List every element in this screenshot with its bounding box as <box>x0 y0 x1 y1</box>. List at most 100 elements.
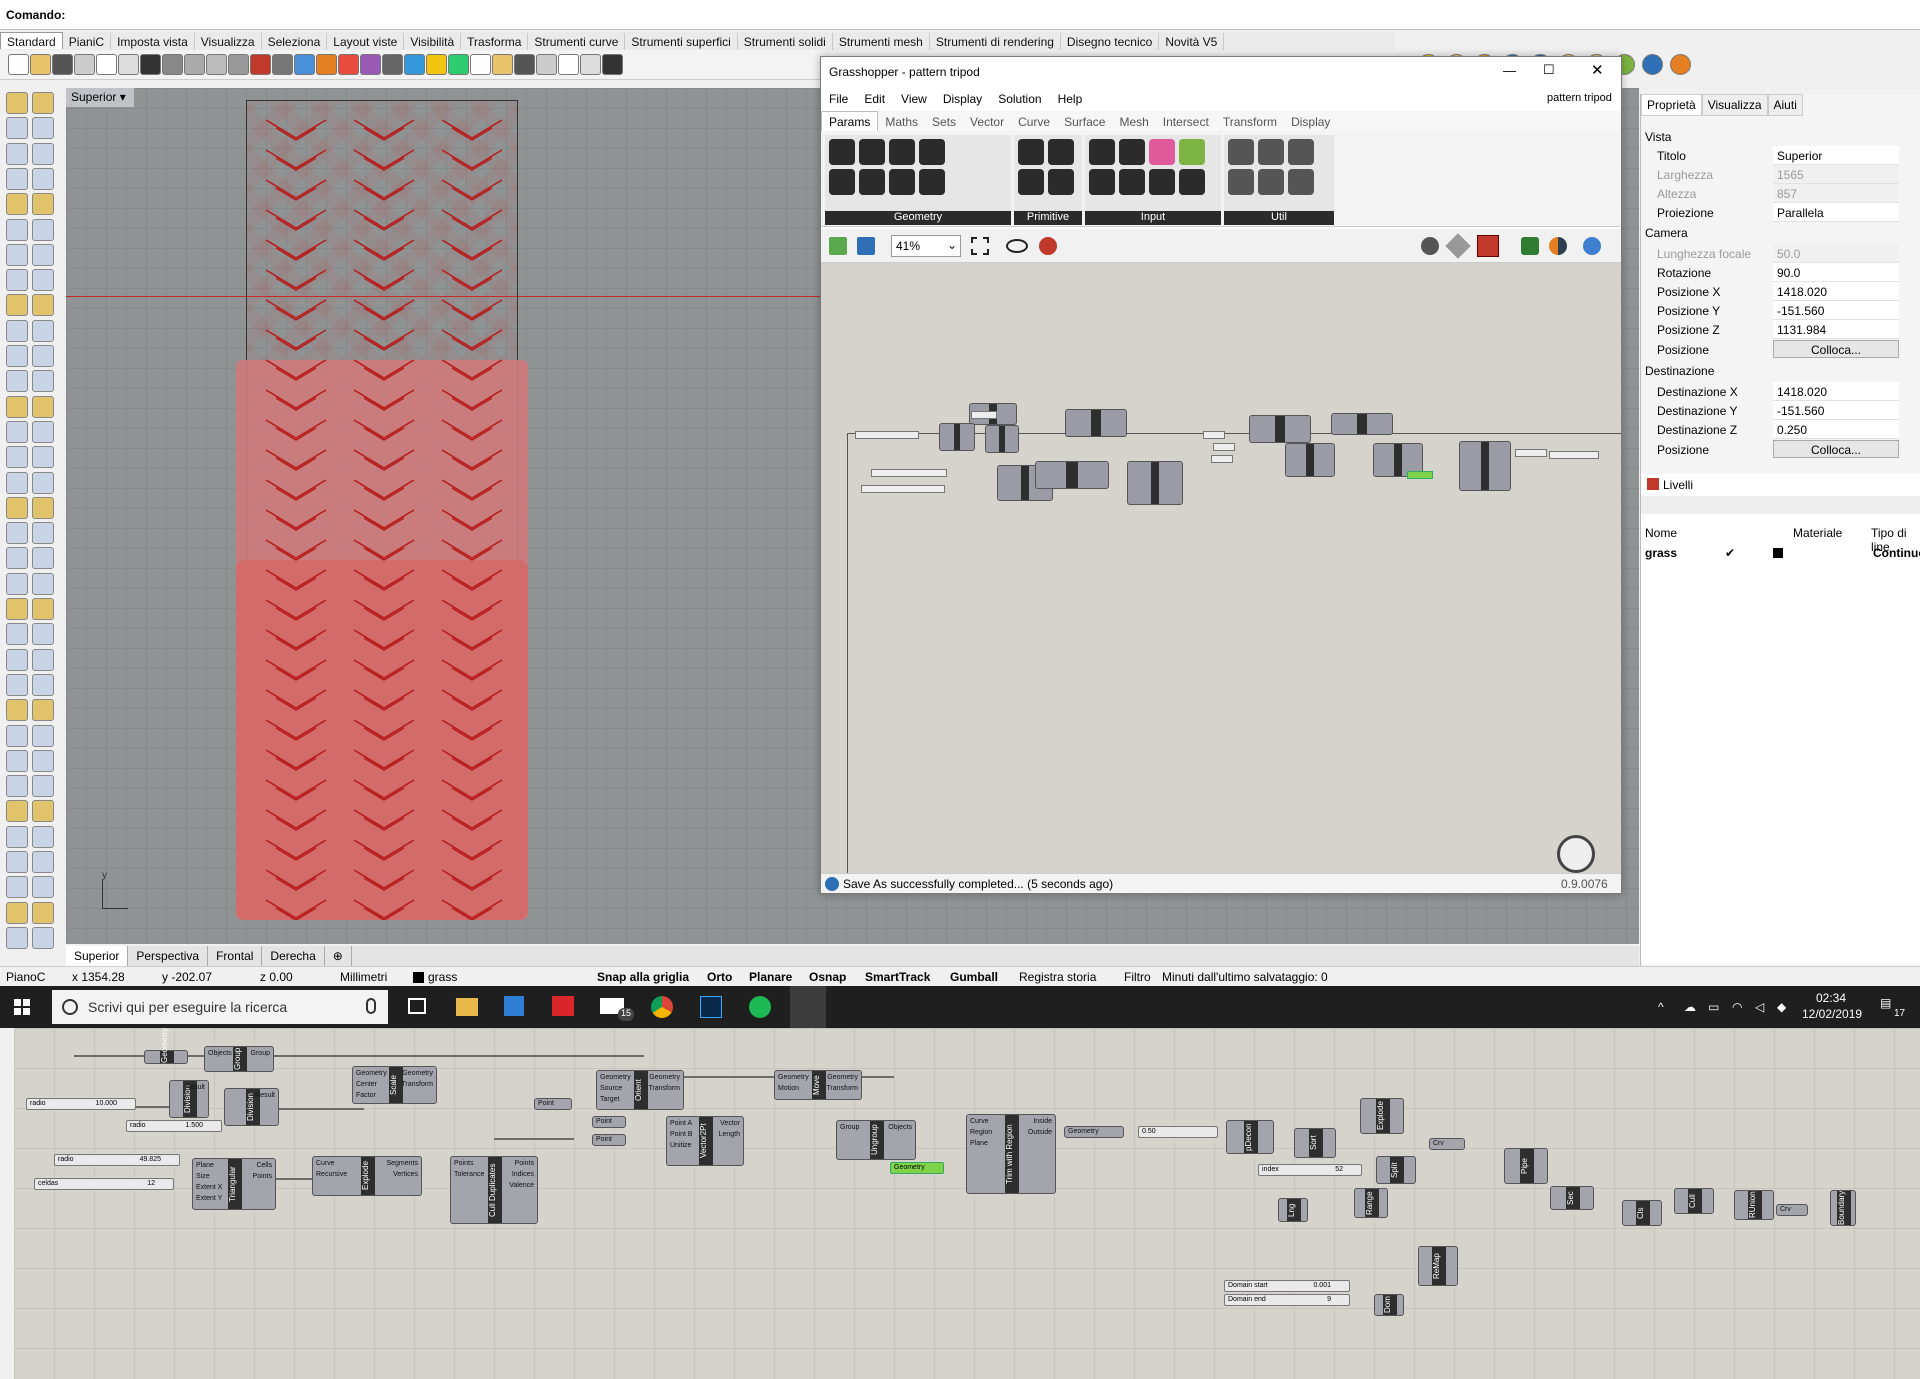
gh-slider[interactable] <box>1515 449 1547 457</box>
snap-toggle[interactable]: Snap alla griglia <box>597 970 689 984</box>
gh-component-icon[interactable] <box>889 139 915 165</box>
gh-tab-3[interactable]: Vector <box>963 112 1011 132</box>
toolbar-tool-icon[interactable] <box>338 54 359 75</box>
left-tool-icon[interactable] <box>32 294 54 317</box>
left-tool-icon[interactable] <box>32 496 54 519</box>
geometry-param[interactable]: Geometry <box>1064 1126 1124 1138</box>
gh-def-node[interactable]: Lng <box>1278 1198 1308 1222</box>
toolbar-tool-icon[interactable] <box>404 54 425 75</box>
gh-def-node[interactable]: Division Result <box>169 1080 209 1118</box>
crv-param[interactable]: Crv <box>1429 1138 1465 1150</box>
prop-value[interactable]: -151.560 <box>1773 401 1899 420</box>
left-tool-icon[interactable] <box>6 547 28 570</box>
left-tool-icon[interactable] <box>6 623 28 646</box>
toolbar-tool-icon[interactable] <box>360 54 381 75</box>
toolbar-tool-icon[interactable] <box>74 54 95 75</box>
left-tool-icon[interactable] <box>6 218 28 241</box>
toolbar-tool-icon[interactable] <box>602 54 623 75</box>
onedrive-icon[interactable]: ☁ <box>1684 1000 1696 1014</box>
gh-navigator-icon[interactable] <box>1557 835 1595 873</box>
point-b-param[interactable]: Point <box>592 1134 626 1146</box>
gh-canvas[interactable] <box>821 263 1621 873</box>
gh-menu-2[interactable]: View <box>893 89 935 109</box>
left-tool-icon[interactable] <box>32 420 54 443</box>
gh-def-node[interactable]: Explode <box>1360 1098 1404 1134</box>
left-tool-icon[interactable] <box>6 269 28 292</box>
prop-tab-0[interactable]: Proprietà <box>1641 94 1702 116</box>
left-tool-icon[interactable] <box>32 319 54 342</box>
close-icon[interactable]: ✕ <box>1591 61 1604 79</box>
left-tool-icon[interactable] <box>32 243 54 266</box>
gh-component-icon[interactable] <box>1018 139 1044 165</box>
left-tool-icon[interactable] <box>6 496 28 519</box>
left-tool-icon[interactable] <box>6 749 28 772</box>
left-tool-icon[interactable] <box>6 825 28 848</box>
view-tab-1[interactable]: Perspectiva <box>128 946 209 966</box>
gh-tab-0[interactable]: Params <box>821 111 879 132</box>
sketch-icon[interactable] <box>1039 237 1057 255</box>
toolbar-tool-icon[interactable] <box>382 54 403 75</box>
prop-value[interactable]: Superior <box>1773 146 1899 165</box>
toolbar-tool-icon[interactable] <box>228 54 249 75</box>
gh-component-icon[interactable] <box>1228 139 1254 165</box>
view-tab-2[interactable]: Frontal <box>208 946 263 966</box>
planar-toggle[interactable]: Planare <box>749 970 792 984</box>
gh-node[interactable] <box>1459 441 1511 491</box>
preview-shaded-icon[interactable] <box>1421 237 1439 255</box>
gh-component-icon[interactable] <box>1119 139 1145 165</box>
left-tool-icon[interactable] <box>32 598 54 620</box>
gh-component-icon[interactable] <box>1089 139 1115 165</box>
status-plane[interactable]: PianoC <box>6 970 45 984</box>
gh-def-node[interactable]: Cls <box>1622 1200 1662 1226</box>
left-tool-icon[interactable] <box>32 522 54 545</box>
place-camera-button[interactable]: Colloca... <box>1773 340 1899 358</box>
left-tool-icon[interactable] <box>6 395 28 418</box>
tab-14[interactable]: Novità V5 <box>1159 33 1225 50</box>
toolbar-tool-icon[interactable] <box>96 54 117 75</box>
left-tool-icon[interactable] <box>6 345 28 367</box>
toolbar-tool-icon[interactable] <box>294 54 315 75</box>
tab-10[interactable]: Strumenti solidi <box>738 33 833 50</box>
left-tool-icon[interactable] <box>6 117 28 140</box>
left-tool-icon[interactable] <box>32 673 54 696</box>
layer-color[interactable] <box>1773 548 1783 558</box>
view-tab-3[interactable]: Derecha <box>262 946 325 966</box>
zoom-select[interactable]: 41% ⌄ <box>891 235 961 257</box>
taskbar-search[interactable]: Scrivi qui per eseguire la ricerca <box>52 990 388 1024</box>
add-view-tab-icon[interactable]: ⊕ <box>325 946 352 966</box>
left-tool-icon[interactable] <box>6 724 28 747</box>
gh-component-icon[interactable] <box>1288 169 1314 195</box>
prop-tab-1[interactable]: Visualizza <box>1701 94 1768 116</box>
toolbar-tool-icon[interactable] <box>8 54 29 75</box>
grasshopper-taskbar-icon[interactable] <box>790 986 826 1028</box>
tab-2[interactable]: Imposta vista <box>111 33 195 50</box>
gh-node[interactable] <box>985 425 1019 453</box>
gh-component-icon[interactable] <box>1048 169 1074 195</box>
left-tool-icon[interactable] <box>32 699 54 722</box>
gh-component-icon[interactable] <box>1258 139 1284 165</box>
ortho-toggle[interactable]: Orto <box>707 970 732 984</box>
left-tool-icon[interactable] <box>32 269 54 292</box>
gh-component-icon[interactable] <box>1018 169 1044 195</box>
left-tool-icon[interactable] <box>6 319 28 342</box>
gh-tab-8[interactable]: Transform <box>1216 112 1284 132</box>
file-explorer-icon[interactable] <box>456 998 478 1016</box>
gh-def-node[interactable]: Geometry Source Target Orient Geometry Transf… <box>596 1070 684 1110</box>
command-line[interactable]: Comando: <box>0 0 1920 30</box>
gh-menu-1[interactable]: Edit <box>856 89 893 109</box>
prop-value[interactable]: 1131.984 <box>1773 320 1899 339</box>
viewport-label[interactable]: Superior ▾ <box>66 88 134 107</box>
left-tool-icon[interactable] <box>32 901 54 924</box>
gh-slider[interactable] <box>971 411 997 419</box>
gh-def-node[interactable]: Objects Group Group <box>204 1046 274 1072</box>
osnap-toggle[interactable]: Osnap <box>809 970 846 984</box>
gh-def-slider[interactable]: radio 10.000 <box>26 1098 136 1110</box>
toolbar-tool-icon[interactable] <box>448 54 469 75</box>
gh-tab-2[interactable]: Sets <box>925 112 963 132</box>
zoom-extents-icon[interactable] <box>971 237 989 255</box>
gh-def-node[interactable]: Cull <box>1674 1188 1714 1214</box>
left-tool-icon[interactable] <box>32 851 54 873</box>
gh-component-icon[interactable] <box>1288 139 1314 165</box>
toolbar-tool-icon[interactable] <box>250 54 271 75</box>
left-tool-icon[interactable] <box>32 825 54 848</box>
